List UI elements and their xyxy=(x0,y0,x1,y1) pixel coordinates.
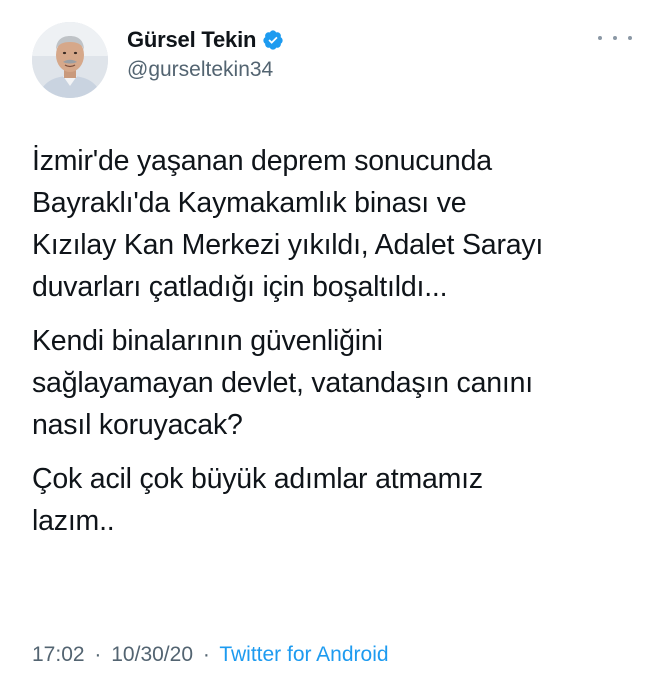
more-dot xyxy=(628,36,632,40)
tweet-date[interactable]: 10/30/20 xyxy=(111,643,193,666)
avatar[interactable] xyxy=(32,22,108,98)
tweet-paragraph: Çok acil çok büyük adımlar atmamız lazım… xyxy=(32,463,483,537)
profile-photo xyxy=(32,22,108,98)
tweet-paragraph: Kendi binalarının güvenliğini sağlayamay… xyxy=(32,325,533,441)
more-horizontal-icon[interactable] xyxy=(598,28,632,48)
tweet-meta: 17:02 · 10/30/20 · Twitter for Android xyxy=(32,643,389,667)
author-name-row[interactable]: Gürsel Tekin xyxy=(127,26,284,54)
author-handle[interactable]: @gurseltekin34 xyxy=(127,58,273,82)
author-display-name[interactable]: Gürsel Tekin xyxy=(127,27,256,53)
meta-separator: · xyxy=(202,643,210,666)
tweet-time[interactable]: 17:02 xyxy=(32,643,85,666)
meta-separator: · xyxy=(94,643,102,666)
tweet: Gürsel Tekin @gurseltekin34 İzmir'de yaş… xyxy=(0,0,661,680)
verified-badge-icon xyxy=(262,29,284,51)
more-dot xyxy=(598,36,602,40)
tweet-text: İzmir'de yaşanan deprem sonucunda Bayrak… xyxy=(32,140,642,554)
more-dot xyxy=(613,36,617,40)
tweet-source-link[interactable]: Twitter for Android xyxy=(219,643,388,666)
tweet-paragraph: İzmir'de yaşanan deprem sonucunda Bayrak… xyxy=(32,145,544,303)
